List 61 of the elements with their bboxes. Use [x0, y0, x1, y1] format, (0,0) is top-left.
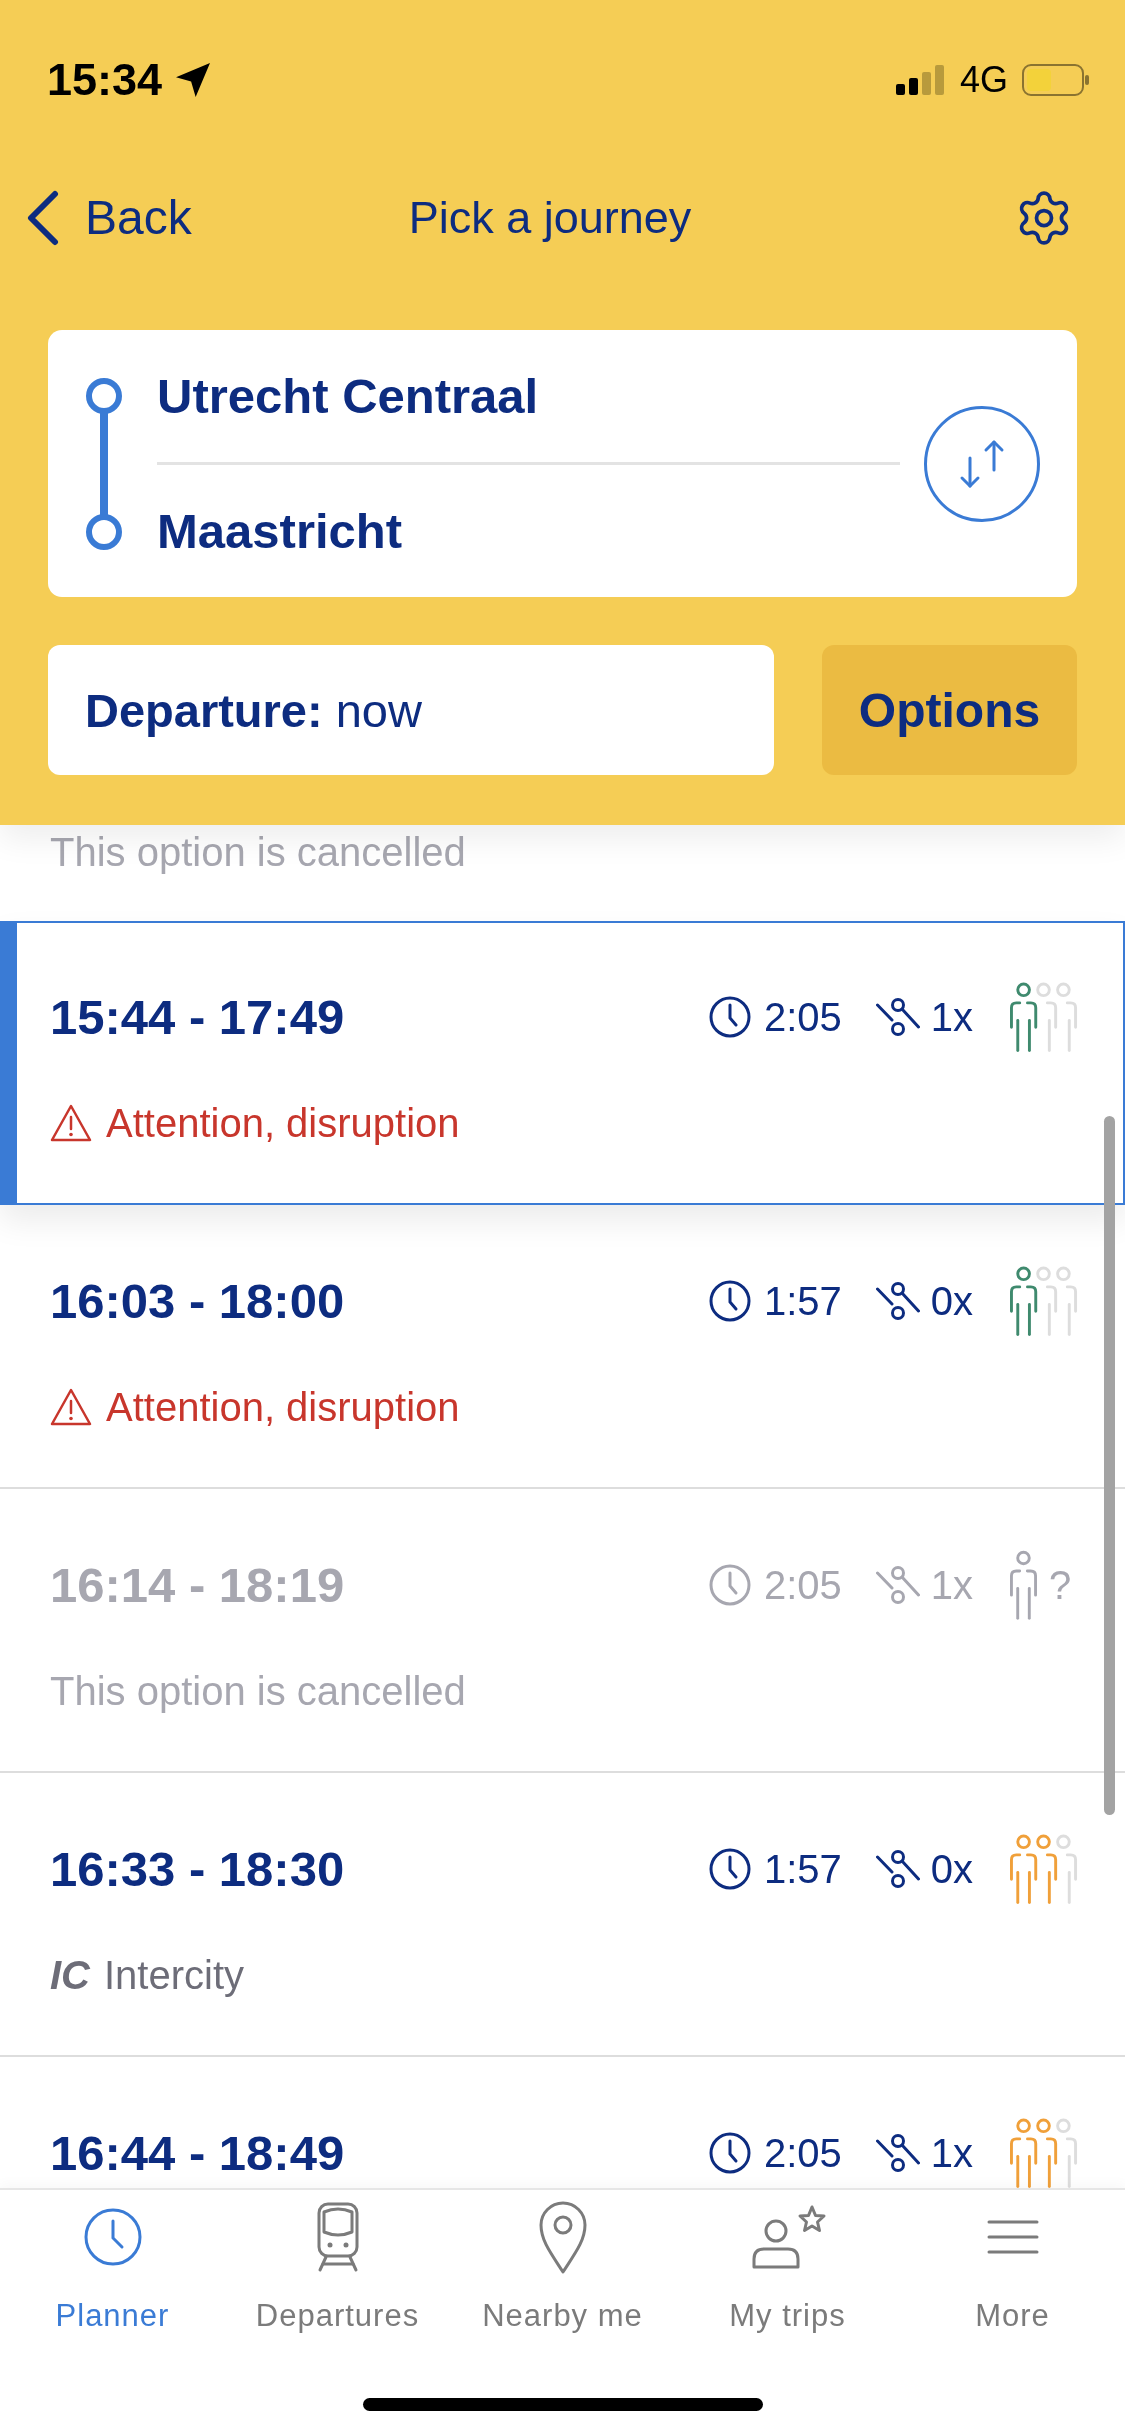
battery-icon: [1022, 64, 1090, 96]
cancellation-notice: This option is cancelled: [50, 1668, 466, 1714]
journey-times: 15:44 - 17:49: [50, 989, 345, 1045]
cancellation-notice: This option is cancelled: [50, 829, 466, 875]
options-button[interactable]: Options: [822, 645, 1077, 775]
crowd-figures-icon: [1010, 1833, 1078, 1905]
crowding-label: ?: [1049, 1562, 1072, 1608]
journey-times: 16:33 - 18:30: [50, 1841, 345, 1897]
page-title: Pick a journey: [408, 191, 692, 244]
journey-times: 16:03 - 18:00: [50, 1273, 345, 1329]
transfer-count: 1x: [930, 2130, 973, 2176]
transfer-count: 0x: [930, 1846, 973, 1892]
warning-icon: [50, 1388, 92, 1426]
transfer-count: 1x: [930, 1562, 973, 1608]
clock-icon: [708, 996, 751, 1038]
location-arrow-icon: [176, 63, 211, 97]
to-station-field[interactable]: Maastricht: [157, 465, 900, 597]
transfer-icon: [875, 997, 920, 1037]
disruption-notice: Attention, disruption: [106, 1100, 460, 1146]
tab-item[interactable]: More: [900, 2196, 1125, 2344]
train-type-code: IC: [50, 1952, 90, 1998]
train-type-name: Intercity: [104, 1952, 245, 1998]
journey-row[interactable]: 15:44 - 17:49 2:05 1x Attention, disruption: [0, 921, 1125, 1205]
journey-duration: 2:05: [763, 1562, 842, 1608]
clock-icon: [708, 1280, 751, 1322]
transfer-icon: [875, 1849, 920, 1889]
transfer-count: 0x: [930, 1278, 973, 1324]
from-station-field[interactable]: Utrecht Centraal: [157, 330, 900, 462]
tab-item[interactable]: Nearby me: [450, 2196, 675, 2344]
transfer-icon: [875, 1565, 920, 1605]
journey-times: 16:44 - 18:49: [50, 2125, 345, 2181]
journey-duration: 1:57: [763, 1278, 842, 1324]
clock-icon: [708, 1848, 751, 1890]
crowd-figures-icon: [1010, 1265, 1078, 1337]
transfer-icon: [875, 1281, 920, 1321]
tab-item[interactable]: My trips: [675, 2196, 900, 2344]
transfer-icon: [875, 2133, 920, 2173]
journey-duration: 2:05: [763, 994, 842, 1040]
train-icon: [315, 2202, 360, 2272]
location-pin-icon: [537, 2200, 588, 2274]
signal-icon: [895, 65, 946, 95]
network-type: 4G: [959, 59, 1008, 101]
departure-field[interactable]: Departure: now: [48, 645, 774, 775]
chevron-left-icon: [25, 189, 59, 246]
journey-duration: 2:05: [763, 2130, 842, 2176]
warning-icon: [50, 1104, 92, 1142]
clock-icon: [708, 2132, 751, 2174]
disruption-notice: Attention, disruption: [106, 1384, 460, 1430]
route-line-icon: [85, 377, 123, 550]
status-time: 15:34: [47, 54, 163, 106]
tab-item[interactable]: Planner: [0, 2196, 225, 2344]
tab-item[interactable]: Departures: [225, 2196, 450, 2344]
transfer-count: 1x: [930, 994, 973, 1040]
back-button[interactable]: Back: [25, 189, 192, 246]
person-icon: [1010, 1549, 1037, 1621]
crowd-figures-icon: [1010, 981, 1078, 1053]
menu-icon: [986, 2220, 1039, 2254]
clock-icon: [83, 2208, 142, 2266]
journey-duration: 1:57: [763, 1846, 842, 1892]
journey-times: 16:14 - 18:19: [50, 1557, 345, 1613]
clock-icon: [708, 1564, 751, 1606]
